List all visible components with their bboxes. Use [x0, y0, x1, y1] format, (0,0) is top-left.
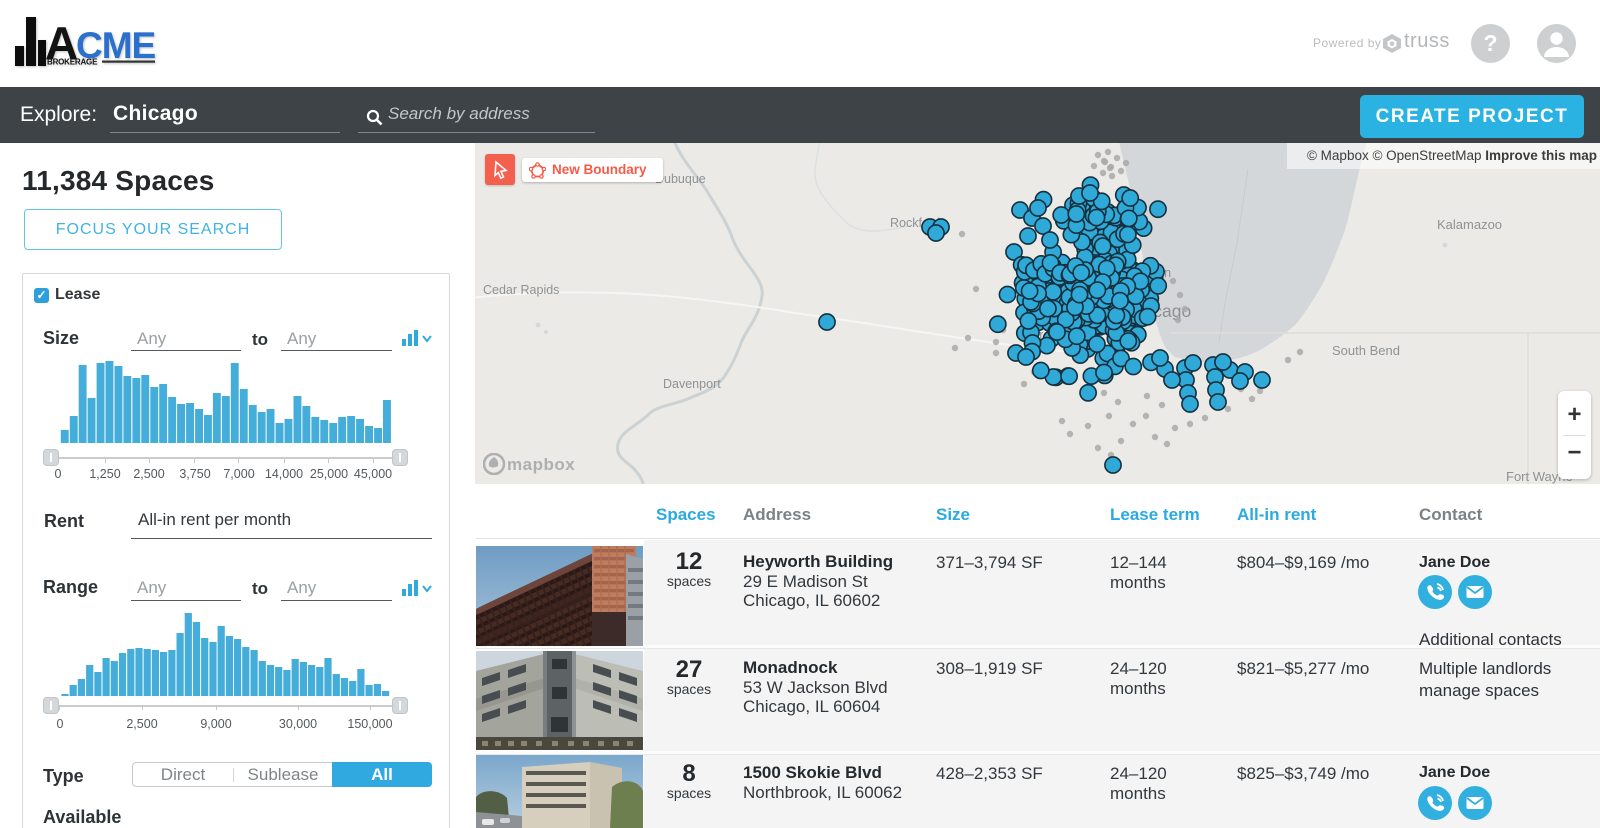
- svg-text:Cedar Rapids: Cedar Rapids: [483, 283, 559, 297]
- svg-text:BROKERAGE: BROKERAGE: [47, 58, 98, 67]
- svg-text:Davenport: Davenport: [663, 377, 721, 391]
- svg-text:Kalamazoo: Kalamazoo: [1437, 217, 1502, 232]
- svg-text:South Bend: South Bend: [1332, 343, 1400, 358]
- svg-text:mapbox: mapbox: [507, 455, 575, 474]
